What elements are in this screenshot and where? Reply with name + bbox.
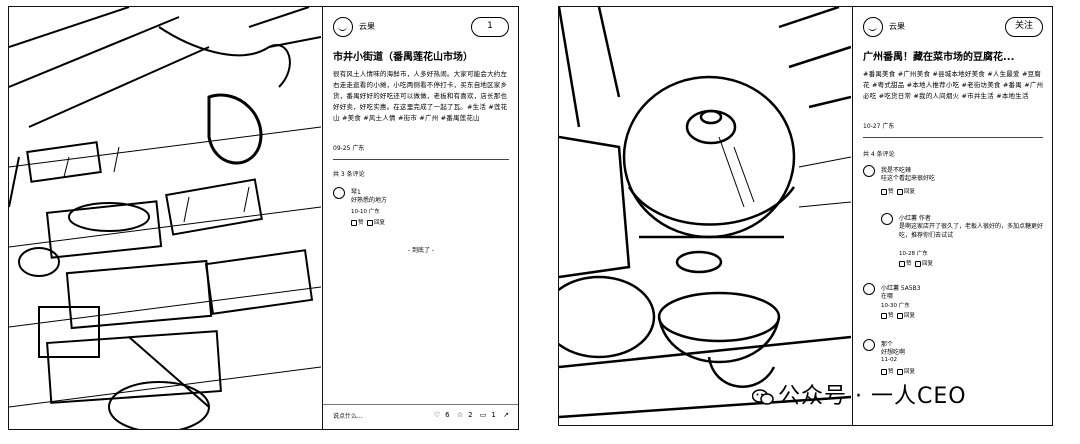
comment-meta: 10-28 广东 xyxy=(899,251,928,257)
comment-like[interactable]: 赞 xyxy=(888,313,894,319)
commenter-name[interactable]: 那个 xyxy=(881,339,893,348)
like-icon[interactable] xyxy=(881,312,887,319)
comment-count: 共 4 条评论 xyxy=(863,151,895,158)
like-icon[interactable] xyxy=(881,368,887,375)
comment-item: 琴1 好熟悉的地方 10-10 广东 赞 回复 xyxy=(333,187,511,237)
comment-actions: 赞 回复 xyxy=(351,218,385,226)
follow-button[interactable]: 关注 xyxy=(1005,17,1043,37)
divider xyxy=(333,159,509,160)
engagement-stats: ♡ 6 ☆ 2 ▭ 1 ↗ xyxy=(429,411,509,419)
reply-icon[interactable] xyxy=(897,312,904,319)
comment-reply-item: 小红薯 作者 是啊这家店开了很久了，老板人很好的，多加点糖更好吃，推荐你们去试试… xyxy=(881,213,1045,273)
heart-icon[interactable]: ♡ xyxy=(434,411,440,419)
comment-reply[interactable]: 回复 xyxy=(922,261,933,267)
comment-text: 是啊这家店开了很久了，老板人很好的，多加点糖更好吃，推荐你们去试试 xyxy=(899,223,1044,239)
comment-item: 小红薯 5A5B3 在哪 10-30 广东 赞 回复 xyxy=(863,283,1045,323)
post-header: 云果 1 xyxy=(333,17,509,39)
comment-actions: 赞 回复 xyxy=(899,259,933,267)
author-name[interactable]: 云果 xyxy=(359,21,375,32)
like-icon[interactable] xyxy=(881,188,887,195)
author-avatar[interactable] xyxy=(863,17,883,37)
commenter-avatar[interactable] xyxy=(863,283,875,295)
watermark-text: 公众号 · 一人CEO xyxy=(778,384,967,409)
reply-icon[interactable] xyxy=(367,219,374,226)
post-photo-tofu-pudding[interactable] xyxy=(559,7,851,425)
comment-like[interactable]: 赞 xyxy=(888,369,894,375)
action-bar: 说点什么... ♡ 6 ☆ 2 ▭ 1 ↗ xyxy=(323,404,518,429)
reply-icon[interactable] xyxy=(897,188,904,195)
post-header: 云果 关注 xyxy=(863,17,1043,39)
like-icon[interactable] xyxy=(351,219,357,226)
share-icon[interactable]: ↗ xyxy=(503,411,509,419)
comment-text: 在哪 xyxy=(881,293,894,300)
comment-meta: 11-02 xyxy=(881,357,897,363)
comment-reply[interactable]: 回复 xyxy=(904,369,915,375)
comment-meta: 10-30 广东 xyxy=(881,303,910,309)
reply-icon[interactable] xyxy=(897,368,904,375)
comment-like[interactable]: 赞 xyxy=(888,189,894,195)
comment-like[interactable]: 赞 xyxy=(358,220,364,226)
commenter-avatar[interactable] xyxy=(863,339,875,351)
comment-text: 好熟悉的地方 xyxy=(351,197,388,204)
commenter-name[interactable]: 琴1 xyxy=(351,187,361,196)
star-count: 2 xyxy=(468,411,473,419)
comment-text: 哇这个看起来很好吃 xyxy=(881,175,936,182)
comment-total: 1 xyxy=(491,411,496,419)
post-detail: 云果 关注 广州番禺！藏在菜市场的豆腐花... #番禺美食 #广州美食 #县城本… xyxy=(852,7,1052,425)
commenter-avatar[interactable] xyxy=(863,165,875,177)
reply-icon[interactable] xyxy=(915,260,922,267)
author-name[interactable]: 云果 xyxy=(889,21,905,32)
comment-actions: 赞 回复 xyxy=(881,311,915,319)
comment-count: 共 3 条评论 xyxy=(333,171,365,178)
comment-icon[interactable]: ▭ xyxy=(480,411,487,419)
post-detail: 云果 1 市井小街道（番禺莲花山市场） 很有风土人情味的海鲜市，人多好热闹。大家… xyxy=(322,7,518,429)
commenter-name[interactable]: 小红薯 作者 xyxy=(899,213,931,222)
divider xyxy=(863,137,1043,138)
comment-actions: 赞 回复 xyxy=(881,187,915,195)
like-icon[interactable] xyxy=(899,260,905,267)
post-title: 市井小街道（番禺莲花山市场） xyxy=(333,52,473,63)
comment-reply[interactable]: 回复 xyxy=(904,313,915,319)
end-of-comments: - 到底了 - xyxy=(407,247,435,254)
commenter-avatar[interactable] xyxy=(881,213,893,225)
post-card-right[interactable]: 云果 关注 广州番禺！藏在菜市场的豆腐花... #番禺美食 #广州美食 #县城本… xyxy=(558,6,1053,426)
commenter-avatar[interactable] xyxy=(333,187,345,199)
star-icon[interactable]: ☆ xyxy=(457,411,463,419)
post-body: #番禺美食 #广州美食 #县城本地好美食 #人生最爱 #豆腐花 #粤式甜品 #本… xyxy=(863,70,1044,100)
commenter-name[interactable]: 我是不吃辣 xyxy=(881,165,911,174)
wechat-icon xyxy=(752,389,774,405)
comment-actions: 赞 回复 xyxy=(881,367,915,375)
post-date: 09-25 广东 xyxy=(333,145,365,152)
comment-item: 那个 好想吃啊 11-02 赞 回复 xyxy=(863,339,1045,379)
like-count: 6 xyxy=(445,411,450,419)
author-avatar[interactable] xyxy=(333,17,353,37)
comment-like[interactable]: 赞 xyxy=(906,261,912,267)
comment-input[interactable]: 说点什么... xyxy=(333,411,363,420)
comment-text: 好想吃啊 xyxy=(881,349,906,356)
comment-item: 我是不吃辣 哇这个看起来很好吃 赞 回复 xyxy=(863,165,1045,205)
post-title: 广州番禺！藏在菜市场的豆腐花... xyxy=(863,52,1015,63)
comment-meta: 10-10 广东 xyxy=(351,209,380,215)
comment-reply[interactable]: 回复 xyxy=(374,220,385,226)
post-card-left[interactable]: 云果 1 市井小街道（番禺莲花山市场） 很有风土人情味的海鲜市，人多好热闹。大家… xyxy=(8,6,519,430)
post-body: 很有风土人情味的海鲜市，人多好热闹。大家可能会大约左右走走逛看的小摊，小吃两侧看… xyxy=(333,70,508,122)
follow-button[interactable]: 1 xyxy=(471,17,509,37)
watermark: 公众号 · 一人CEO xyxy=(752,378,967,410)
post-photo-market[interactable] xyxy=(9,7,321,429)
post-date: 10-27 广东 xyxy=(863,123,895,130)
commenter-name[interactable]: 小红薯 5A5B3 xyxy=(881,283,921,292)
comment-reply[interactable]: 回复 xyxy=(904,189,915,195)
